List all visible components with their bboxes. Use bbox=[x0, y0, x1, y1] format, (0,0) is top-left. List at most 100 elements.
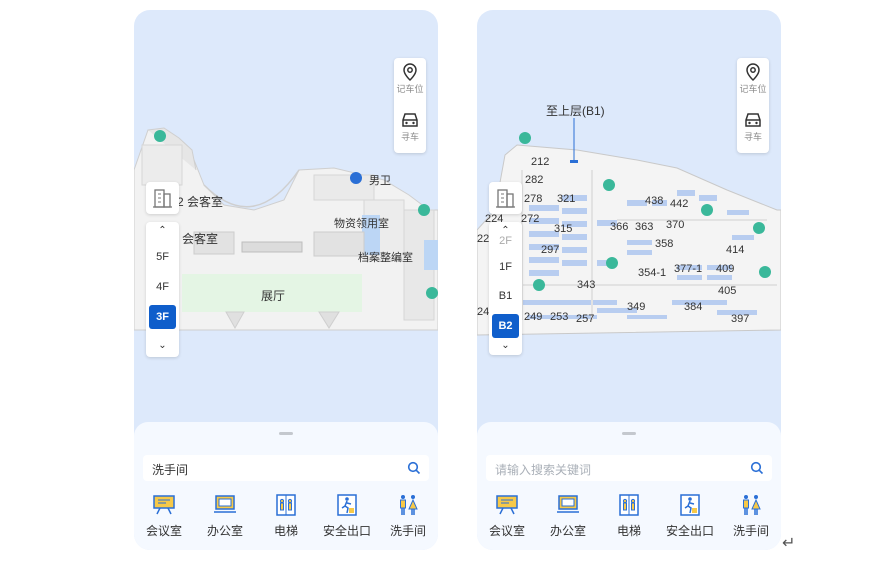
category-office-label: 办公室 bbox=[549, 524, 586, 538]
room-349[interactable]: 349 bbox=[627, 301, 645, 313]
room-315[interactable]: 315 bbox=[554, 223, 572, 235]
building-button[interactable] bbox=[489, 182, 522, 214]
floor-1f[interactable]: 1F bbox=[492, 255, 519, 279]
category-restroom[interactable]: 洗手间 bbox=[721, 494, 781, 539]
floor-b2[interactable]: B2 bbox=[492, 314, 519, 338]
record-parking-button[interactable]: 记车位 bbox=[737, 62, 769, 95]
chevron-down-icon[interactable]: ⌄ bbox=[489, 340, 522, 351]
room-253[interactable]: 253 bbox=[550, 311, 568, 323]
room-321[interactable]: 321 bbox=[557, 193, 575, 205]
building-button[interactable] bbox=[146, 182, 179, 214]
location-pin-icon bbox=[746, 63, 760, 82]
category-restroom-label: 洗手间 bbox=[389, 524, 426, 538]
room-366[interactable]: 366 bbox=[610, 221, 628, 233]
bottom-sheet: 请输入搜索关键词 会议室 办公室 电梯 安全出口 洗手间 bbox=[477, 422, 781, 550]
category-office-label: 办公室 bbox=[206, 524, 243, 538]
room-212[interactable]: 212 bbox=[531, 156, 549, 168]
car-icon bbox=[745, 113, 761, 127]
room-414[interactable]: 414 bbox=[726, 244, 744, 256]
room-343[interactable]: 343 bbox=[577, 279, 595, 291]
find-car-button[interactable]: 寻车 bbox=[737, 110, 769, 143]
search-value: 洗手间 bbox=[152, 463, 189, 477]
category-row: 会议室 办公室 电梯 安全出口 洗手间 bbox=[134, 494, 438, 550]
room-370[interactable]: 370 bbox=[666, 219, 684, 231]
find-car-label: 寻车 bbox=[743, 133, 762, 143]
room-354-1[interactable]: 354-1 bbox=[638, 267, 666, 279]
supply-room-label: 物资领用室 bbox=[334, 218, 389, 230]
search-placeholder: 请输入搜索关键词 bbox=[495, 463, 592, 477]
chevron-up-icon[interactable]: ⌃ bbox=[489, 225, 522, 236]
floor-3f[interactable]: 3F bbox=[149, 305, 176, 329]
room-409[interactable]: 409 bbox=[716, 263, 734, 275]
room-377-1[interactable]: 377-1 bbox=[674, 263, 702, 275]
category-restroom[interactable]: 洗手间 bbox=[378, 494, 438, 539]
floor-4f[interactable]: 4F bbox=[149, 275, 176, 299]
category-office[interactable]: 办公室 bbox=[195, 494, 255, 539]
meeting-room-icon bbox=[496, 495, 518, 515]
office-icon bbox=[214, 495, 236, 513]
room-22[interactable]: 22 bbox=[477, 233, 489, 245]
category-emergency-exit[interactable]: 安全出口 bbox=[317, 494, 377, 539]
search-input[interactable]: 洗手间 bbox=[143, 455, 429, 481]
room-358[interactable]: 358 bbox=[655, 238, 673, 250]
search-icon[interactable] bbox=[750, 461, 764, 475]
return-key-icon: ↵ bbox=[782, 533, 796, 552]
room-363[interactable]: 363 bbox=[635, 221, 653, 233]
indoor-map-3f[interactable]: 男卫 2 会客室 会客室 物资领用室 档案整编室 展厅 bbox=[134, 10, 438, 430]
room-297[interactable]: 297 bbox=[541, 244, 559, 256]
meeting-room-icon bbox=[153, 495, 175, 515]
category-meeting-room-label: 会议室 bbox=[145, 524, 182, 538]
floor-5f[interactable]: 5F bbox=[149, 245, 176, 269]
room-397[interactable]: 397 bbox=[731, 313, 749, 325]
category-office[interactable]: 办公室 bbox=[538, 494, 598, 539]
elevator-icon bbox=[619, 494, 639, 516]
chevron-down-icon[interactable]: ⌄ bbox=[146, 340, 179, 351]
meeting-room-label-mid: 会客室 bbox=[182, 232, 219, 246]
record-parking-button[interactable]: 记车位 bbox=[394, 62, 426, 95]
category-row: 会议室 办公室 电梯 安全出口 洗手间 bbox=[477, 494, 781, 550]
search-input[interactable]: 请输入搜索关键词 bbox=[486, 455, 772, 481]
category-meeting-room[interactable]: 会议室 bbox=[477, 494, 537, 539]
record-parking-label: 记车位 bbox=[739, 85, 767, 95]
right-phone-screen: 至上层(B1) 212 282 278 321 272 315 224 22 2… bbox=[477, 10, 781, 550]
room-282[interactable]: 282 bbox=[525, 174, 543, 186]
emergency-exit-icon bbox=[680, 494, 700, 516]
room-278[interactable]: 278 bbox=[524, 193, 542, 205]
room-405[interactable]: 405 bbox=[718, 285, 736, 297]
room-442[interactable]: 442 bbox=[670, 198, 688, 210]
find-car-label: 寻车 bbox=[400, 133, 419, 143]
floor-selector: ⌃ 5F 4F 3F ⌄ bbox=[146, 222, 179, 357]
floor-b1[interactable]: B1 bbox=[492, 284, 519, 308]
restroom-icon bbox=[400, 495, 418, 515]
category-meeting-room[interactable]: 会议室 bbox=[134, 494, 194, 539]
room-249[interactable]: 249 bbox=[524, 311, 542, 323]
location-pin-icon bbox=[403, 63, 417, 82]
category-elevator[interactable]: 电梯 bbox=[256, 494, 316, 539]
category-restroom-label: 洗手间 bbox=[732, 524, 769, 538]
sheet-handle[interactable] bbox=[279, 432, 293, 435]
floor-selector: ⌃ 2F 1F B1 B2 ⌄ bbox=[489, 222, 522, 355]
sheet-handle[interactable] bbox=[622, 432, 636, 435]
restroom-icon bbox=[743, 495, 761, 515]
category-elevator-label: 电梯 bbox=[616, 524, 641, 538]
indoor-map-b2[interactable]: 至上层(B1) 212 282 278 321 272 315 224 22 2… bbox=[477, 10, 781, 430]
find-car-button[interactable]: 寻车 bbox=[394, 110, 426, 143]
category-emergency-exit[interactable]: 安全出口 bbox=[660, 494, 720, 539]
room-438[interactable]: 438 bbox=[645, 195, 663, 207]
floor-2f[interactable]: 2F bbox=[492, 236, 519, 246]
elevator-icon bbox=[276, 494, 296, 516]
bottom-sheet: 洗手间 会议室 办公室 电梯 安全出口 洗手间 bbox=[134, 422, 438, 550]
restroom-male-label: 男卫 bbox=[369, 175, 391, 187]
category-elevator[interactable]: 电梯 bbox=[599, 494, 659, 539]
building-icon bbox=[153, 189, 172, 208]
room-384[interactable]: 384 bbox=[684, 301, 702, 313]
room-272[interactable]: 272 bbox=[521, 213, 539, 225]
car-icon bbox=[402, 113, 418, 127]
room-24[interactable]: 24 bbox=[477, 306, 489, 318]
record-parking-label: 记车位 bbox=[396, 85, 424, 95]
room-257[interactable]: 257 bbox=[576, 313, 594, 325]
meeting-room-label-top: 2 会客室 bbox=[177, 195, 224, 209]
office-icon bbox=[557, 495, 579, 513]
search-icon[interactable] bbox=[407, 461, 421, 475]
chevron-up-icon[interactable]: ⌃ bbox=[146, 225, 179, 236]
